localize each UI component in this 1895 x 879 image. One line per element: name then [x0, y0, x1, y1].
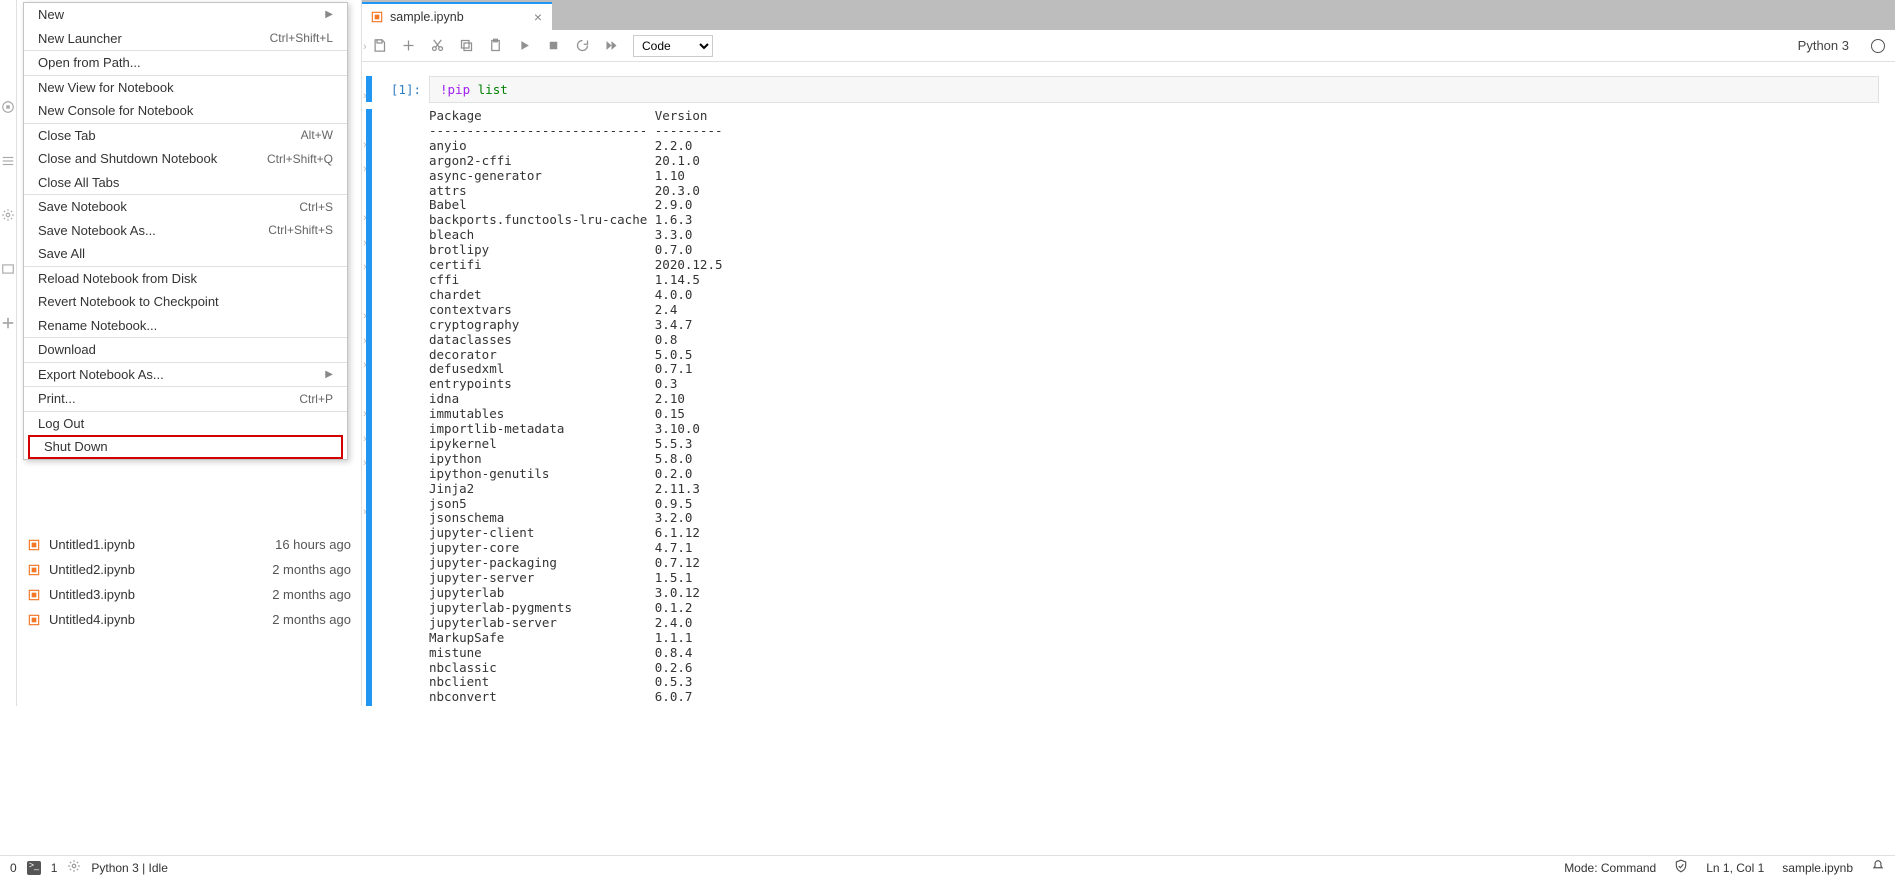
restart-icon[interactable] — [575, 38, 590, 53]
menu-item-close-and-shutdown-notebook[interactable]: Close and Shutdown NotebookCtrl+Shift+Q — [24, 147, 347, 171]
file-time: 16 hours ago — [275, 537, 351, 552]
tab-title: sample.ipynb — [390, 10, 464, 24]
menu-item-label: Shut Down — [44, 439, 327, 454]
status-count-1[interactable]: 1 — [51, 861, 58, 875]
file-time: 2 months ago — [272, 587, 351, 602]
terminal-icon[interactable] — [27, 861, 41, 875]
cell-type-select[interactable]: Code — [633, 35, 713, 57]
file-name: Untitled4.ipynb — [49, 612, 135, 627]
notebook-toolbar: Code Python 3 — [362, 30, 1895, 62]
stop-icon[interactable] — [546, 38, 561, 53]
menu-item-label: New Launcher — [38, 31, 270, 46]
file-time: 2 months ago — [272, 562, 351, 577]
menu-item-save-all[interactable]: Save All — [24, 242, 347, 266]
menu-item-revert-notebook-to-checkpoint[interactable]: Revert Notebook to Checkpoint — [24, 290, 347, 314]
menu-item-export-notebook-as[interactable]: Export Notebook As...▶ — [24, 363, 347, 387]
menu-item-download[interactable]: Download — [24, 338, 347, 362]
kernel-status-icon[interactable] — [1871, 39, 1885, 53]
tab-bar: sample.ipynb × — [362, 0, 1895, 30]
file-row[interactable]: Untitled1.ipynb 16 hours ago — [17, 532, 361, 557]
menu-item-label: Export Notebook As... — [38, 367, 325, 382]
menu-item-save-notebook[interactable]: Save NotebookCtrl+S — [24, 195, 347, 219]
file-row[interactable]: Untitled3.ipynb 2 months ago — [17, 582, 361, 607]
file-row[interactable]: Untitled2.ipynb 2 months ago — [17, 557, 361, 582]
output-indicator — [366, 109, 372, 706]
menu-item-label: Close All Tabs — [38, 175, 333, 190]
chevron-right-icon: ▶ — [325, 369, 333, 380]
notebook-icon — [370, 10, 384, 24]
status-mode[interactable]: Mode: Command — [1564, 861, 1656, 875]
running-icon[interactable] — [1, 100, 15, 114]
status-bar: 0 1 Python 3 | Idle Mode: Command Ln 1, … — [0, 855, 1895, 879]
menu-item-rename-notebook[interactable]: Rename Notebook... — [24, 314, 347, 338]
main-area: sample.ipynb × Code Python 3 [1]: !pip l… — [362, 0, 1895, 706]
commands-icon[interactable] — [1, 154, 15, 168]
menu-item-label: Revert Notebook to Checkpoint — [38, 294, 333, 309]
menu-item-label: New Console for Notebook — [38, 103, 333, 118]
menu-item-reload-notebook-from-disk[interactable]: Reload Notebook from Disk — [24, 267, 347, 291]
kernel-name[interactable]: Python 3 — [1798, 38, 1849, 53]
menu-item-open-from-path[interactable]: Open from Path... — [24, 51, 347, 75]
status-count-0[interactable]: 0 — [10, 861, 17, 875]
menu-item-close-tab[interactable]: Close TabAlt+W — [24, 124, 347, 148]
file-time: 2 months ago — [272, 612, 351, 627]
menu-item-label: New — [38, 7, 325, 22]
status-cursor[interactable]: Ln 1, Col 1 — [1706, 861, 1764, 875]
tabs-icon[interactable] — [1, 262, 15, 276]
cell-output: Package Version ------------------------… — [374, 109, 1879, 705]
paste-icon[interactable] — [488, 38, 503, 53]
copy-icon[interactable] — [459, 38, 474, 53]
menu-item-label: Print... — [38, 391, 299, 406]
fast-forward-icon[interactable] — [604, 38, 619, 53]
menu-item-label: Reload Notebook from Disk — [38, 271, 333, 286]
file-row[interactable]: Untitled4.ipynb 2 months ago — [17, 607, 361, 632]
menu-item-shut-down[interactable]: Shut Down — [28, 435, 343, 459]
tab-sample[interactable]: sample.ipynb × — [362, 2, 552, 30]
chevron-right-icon: ▶ — [325, 9, 333, 20]
activity-bar — [0, 0, 17, 706]
cut-icon[interactable] — [430, 38, 445, 53]
code-cell[interactable]: [1]: !pip list — [374, 76, 1879, 103]
save-icon[interactable] — [372, 38, 387, 53]
gear-icon[interactable] — [67, 859, 81, 876]
settings-icon[interactable] — [1, 208, 15, 222]
menu-item-label: Save All — [38, 246, 333, 261]
menu-item-new-launcher[interactable]: New LauncherCtrl+Shift+L — [24, 27, 347, 51]
add-cell-icon[interactable] — [401, 38, 416, 53]
notebook-body[interactable]: [1]: !pip list Package Version ---------… — [362, 62, 1895, 706]
extensions-icon[interactable] — [1, 316, 15, 330]
cell-indicator — [366, 76, 372, 102]
menu-item-log-out[interactable]: Log Out — [24, 412, 347, 436]
menu-item-new-view-for-notebook[interactable]: New View for Notebook — [24, 76, 347, 100]
menu-item-label: Open from Path... — [38, 55, 333, 70]
menu-item-close-all-tabs[interactable]: Close All Tabs — [24, 171, 347, 195]
cell-prompt: [1]: — [374, 76, 429, 103]
menu-item-label: Close and Shutdown Notebook — [38, 151, 267, 166]
file-menu: New▶New LauncherCtrl+Shift+LOpen from Pa… — [23, 2, 348, 460]
cell-input[interactable]: !pip list — [429, 76, 1879, 103]
file-name: Untitled2.ipynb — [49, 562, 135, 577]
menu-item-label: New View for Notebook — [38, 80, 333, 95]
run-icon[interactable] — [517, 38, 532, 53]
menu-item-label: Log Out — [38, 416, 333, 431]
close-icon[interactable]: × — [534, 10, 542, 24]
file-name: Untitled3.ipynb — [49, 587, 135, 602]
bell-icon[interactable] — [1871, 859, 1885, 876]
menu-item-label: Close Tab — [38, 128, 301, 143]
status-kernel[interactable]: Python 3 | Idle — [91, 861, 168, 875]
menu-item-new[interactable]: New▶ — [24, 3, 347, 27]
file-name: Untitled1.ipynb — [49, 537, 135, 552]
menu-item-save-notebook-as[interactable]: Save Notebook As...Ctrl+Shift+S — [24, 219, 347, 243]
status-file[interactable]: sample.ipynb — [1782, 861, 1853, 875]
menu-item-print[interactable]: Print...Ctrl+P — [24, 387, 347, 411]
menu-item-label: Save Notebook — [38, 199, 299, 214]
menu-item-label: Save Notebook As... — [38, 223, 268, 238]
menu-item-label: Rename Notebook... — [38, 318, 333, 333]
shield-icon[interactable] — [1674, 859, 1688, 876]
menu-item-label: Download — [38, 342, 333, 357]
menu-item-new-console-for-notebook[interactable]: New Console for Notebook — [24, 99, 347, 123]
